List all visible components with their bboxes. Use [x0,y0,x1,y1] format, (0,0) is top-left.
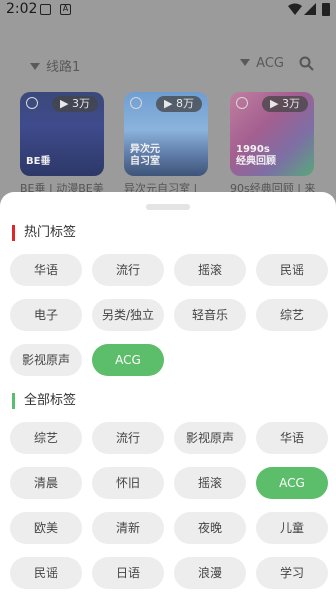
tag-chip[interactable]: 民谣 [10,557,82,589]
tag-chip[interactable]: 综艺 [10,422,82,454]
playlist-card[interactable]: ▶ 3万 BE垂 [20,92,104,176]
hot-tags-heading: 热门标签 [24,225,77,240]
tag-chip[interactable]: 电子 [10,299,82,331]
filter-bar: 线路1 ACG [0,56,336,75]
tag-chip[interactable]: 综艺 [256,299,328,331]
tag-chip[interactable]: 华语 [256,422,328,454]
dropdown-triangle-icon [240,59,251,66]
tag-chip[interactable]: 民谣 [256,254,328,286]
tag-chip[interactable]: 摇滚 [174,467,246,499]
tag-chip[interactable]: 欧美 [10,512,82,544]
tag-chip[interactable]: 摇滚 [174,254,246,286]
tag-chip[interactable]: 流行 [92,254,164,286]
route-dropdown[interactable]: 线路1 [30,56,80,75]
playlist-card[interactable]: ▶ 3万 1990s 经典回顾 [230,92,314,176]
tag-chip[interactable]: ACG [92,344,164,376]
cover-text: BE垂 [26,156,51,167]
all-tags-heading: 全部标签 [24,393,77,408]
wifi-icon [288,3,302,15]
play-count-badge: ▶ 8万 [156,96,202,112]
route-label: 线路1 [46,60,81,75]
image-icon [40,4,51,15]
tag-chip[interactable]: 华语 [10,254,82,286]
status-time: 2:02 [6,1,38,17]
cover-text: 异次元 自习室 [130,144,160,167]
tag-chip[interactable]: 清新 [92,512,164,544]
netease-logo-icon [236,97,248,109]
cover-text: 1990s 经典回顾 [236,144,276,167]
playlist-card[interactable]: ▶ 8万 异次元 自习室 [124,92,208,176]
tag-chip[interactable]: 日语 [92,557,164,589]
tag-chip[interactable]: 儿童 [256,512,328,544]
dropdown-triangle-icon [30,63,40,70]
tag-chip[interactable]: 另类/独立 [92,299,164,331]
battery-icon [322,3,330,16]
play-count-badge: ▶ 3万 [52,96,98,112]
sheet-drag-handle[interactable] [146,204,190,210]
category-label: ACG [256,56,284,71]
a-icon: A [60,4,71,15]
tag-chip[interactable]: 学习 [256,557,328,589]
tag-chip[interactable]: 夜晚 [174,512,246,544]
tag-chip[interactable]: 轻音乐 [174,299,246,331]
status-bar: 2:02 A [0,0,336,20]
category-dropdown[interactable]: ACG [240,56,284,71]
tag-chip[interactable]: 浪漫 [174,557,246,589]
tag-bottom-sheet: 热门标签 华语 流行 摇滚 民谣 电子 另类/独立 轻音乐 综艺 影视原声 ACG 全部标签 综艺… [0,192,336,600]
tag-chip[interactable]: 清晨 [10,467,82,499]
netease-logo-icon [130,97,142,109]
play-count-badge: ▶ 3万 [262,96,308,112]
tag-chip[interactable]: 怀旧 [92,467,164,499]
section-bar [12,225,15,241]
hot-tags-title: 热门标签 [12,224,76,242]
cellular-icon [304,3,316,15]
section-bar [12,393,15,409]
tag-chip[interactable]: 流行 [92,422,164,454]
tag-chip[interactable]: 影视原声 [10,344,82,376]
search-icon[interactable] [299,56,314,71]
tag-chip[interactable]: ACG [256,467,328,499]
all-tags-title: 全部标签 [12,392,76,410]
netease-logo-icon [26,97,38,109]
tag-chip[interactable]: 影视原声 [174,422,246,454]
